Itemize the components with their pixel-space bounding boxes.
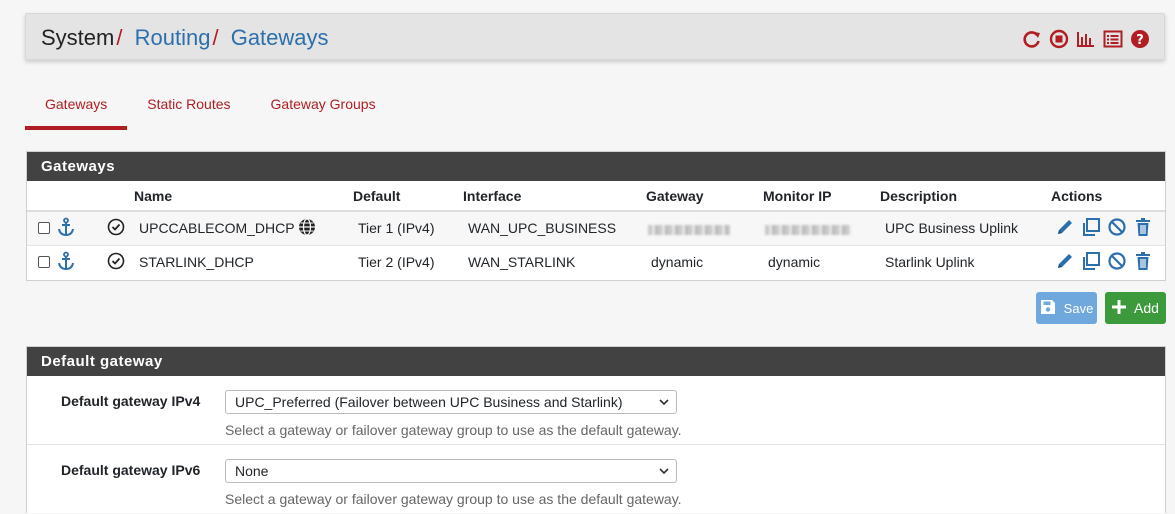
edit-icon[interactable] xyxy=(1055,217,1075,240)
default-gateway-ipv4-select[interactable]: UPC_Preferred (Failover between UPC Busi… xyxy=(225,390,677,414)
table-row: STARLINK_DHCP Tier 2 (IPv4) WAN_STARLINK… xyxy=(27,245,1165,279)
column-header-description[interactable]: Description xyxy=(876,181,1051,212)
gateway-address: dynamic xyxy=(651,254,704,271)
save-button-label: Save xyxy=(1063,300,1094,316)
table-row: UPCCABLECOM_DHCP Tier 1 (IPv4) WAN_UPC_B… xyxy=(27,211,1165,246)
plus-icon xyxy=(1112,299,1127,317)
column-header-gateway[interactable]: Gateway xyxy=(642,181,759,212)
gateway-description: Starlink Uplink xyxy=(885,254,975,271)
default-gateway-ipv4-help: Select a gateway or failover gateway gro… xyxy=(225,422,682,438)
column-header-interface[interactable]: Interface xyxy=(459,181,642,212)
gateway-default: Tier 2 (IPv4) xyxy=(358,254,435,271)
disable-icon[interactable] xyxy=(1107,251,1127,274)
default-gateway-ipv4-row: Default gateway IPv4 UPC_Preferred (Fail… xyxy=(27,376,1165,445)
check-circle-icon xyxy=(107,218,125,239)
gateways-panel: Gateways Name Default Interface Gateway … xyxy=(26,151,1166,281)
breadcrumb-separator: / xyxy=(212,25,219,50)
row-checkbox[interactable] xyxy=(38,222,50,235)
header-icons: ? xyxy=(1021,28,1150,49)
default-gateway-ipv4-value: UPC_Preferred (Failover between UPC Busi… xyxy=(235,394,623,410)
edit-icon[interactable] xyxy=(1055,251,1075,274)
breadcrumb-gateways[interactable]: Gateways xyxy=(231,25,329,50)
gateway-name: UPCCABLECOM_DHCP xyxy=(139,219,295,236)
default-gateway-ipv6-label: Default gateway IPv6 xyxy=(61,462,201,478)
gateway-ip-redacted xyxy=(648,224,730,235)
trash-icon[interactable] xyxy=(1133,217,1153,240)
gateways-table: Name Default Interface Gateway Monitor I… xyxy=(27,181,1165,279)
breadcrumb-system: System xyxy=(41,25,115,50)
default-gateway-ipv4-label: Default gateway IPv4 xyxy=(61,393,201,409)
tab-gateway-groups[interactable]: Gateway Groups xyxy=(251,84,396,130)
chevron-down-icon xyxy=(658,391,670,419)
tab-static-routes[interactable]: Static Routes xyxy=(127,84,250,130)
copy-icon[interactable] xyxy=(1081,251,1101,274)
monitor-ip: dynamic xyxy=(768,254,821,271)
gateways-panel-title: Gateways xyxy=(27,152,1165,181)
reload-icon[interactable] xyxy=(1021,28,1042,49)
svg-text:?: ? xyxy=(1136,33,1144,48)
gateway-interface: WAN_STARLINK xyxy=(468,254,576,271)
default-gateway-ipv6-row: Default gateway IPv6 None Select a gatew… xyxy=(27,445,1165,514)
chart-icon[interactable] xyxy=(1075,28,1096,49)
table-header-row: Name Default Interface Gateway Monitor I… xyxy=(27,181,1165,212)
breadcrumb: System/ Routing/ Gateways xyxy=(41,25,329,51)
gateway-name: STARLINK_DHCP xyxy=(139,254,254,271)
add-button-label: Add xyxy=(1134,300,1159,316)
anchor-icon[interactable] xyxy=(56,251,76,274)
tab-bar: Gateways Static Routes Gateway Groups xyxy=(25,84,396,130)
column-header-actions: Actions xyxy=(1051,181,1165,212)
check-circle-icon xyxy=(107,252,125,273)
page-header: System/ Routing/ Gateways ? xyxy=(25,13,1165,60)
chevron-down-icon xyxy=(658,460,670,488)
breadcrumb-separator: / xyxy=(116,25,123,50)
default-gateway-panel-title: Default gateway xyxy=(27,347,1165,376)
column-header-default[interactable]: Default xyxy=(349,181,459,212)
gateway-description: UPC Business Uplink xyxy=(876,211,1051,246)
list-icon[interactable] xyxy=(1102,28,1123,49)
default-gateway-panel: Default gateway Default gateway IPv4 UPC… xyxy=(26,346,1166,513)
copy-icon[interactable] xyxy=(1081,217,1101,240)
select-column-header xyxy=(27,181,130,212)
default-gateway-ipv6-value: None xyxy=(235,463,269,479)
add-button[interactable]: Add xyxy=(1105,292,1166,324)
help-icon[interactable]: ? xyxy=(1129,28,1150,49)
tab-gateways[interactable]: Gateways xyxy=(25,84,128,130)
breadcrumb-routing[interactable]: Routing xyxy=(135,25,211,50)
disable-icon[interactable] xyxy=(1107,217,1127,240)
save-button[interactable]: Save xyxy=(1036,292,1097,324)
monitor-ip-redacted xyxy=(765,224,851,235)
column-header-name[interactable]: Name xyxy=(130,181,349,212)
gateway-default: Tier 1 (IPv4) xyxy=(349,211,459,246)
trash-icon[interactable] xyxy=(1133,251,1153,274)
default-gateway-ipv6-help: Select a gateway or failover gateway gro… xyxy=(225,491,682,507)
globe-icon xyxy=(298,218,316,239)
default-gateway-ipv6-select[interactable]: None xyxy=(225,459,677,483)
row-checkbox[interactable] xyxy=(38,256,50,269)
gateway-interface: WAN_UPC_BUSINESS xyxy=(459,211,642,246)
stop-icon[interactable] xyxy=(1048,28,1069,49)
save-icon xyxy=(1040,299,1056,318)
anchor-icon[interactable] xyxy=(56,217,76,240)
column-header-monitor-ip[interactable]: Monitor IP xyxy=(759,181,876,212)
